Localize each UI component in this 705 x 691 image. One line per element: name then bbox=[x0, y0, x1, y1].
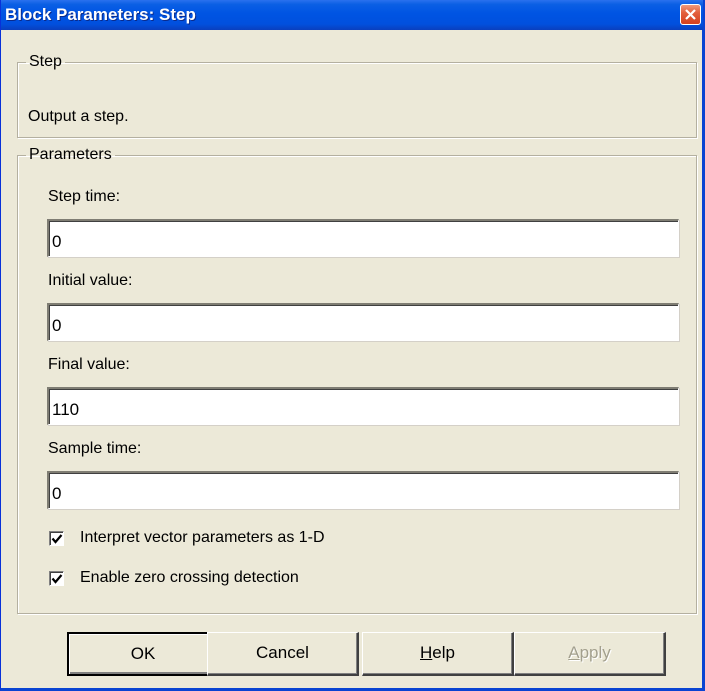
help-button-label: elp bbox=[432, 643, 455, 662]
sample-time-input[interactable] bbox=[47, 471, 679, 509]
title-bar[interactable]: Block Parameters: Step bbox=[1, 0, 703, 30]
cancel-button[interactable]: Cancel bbox=[207, 632, 359, 676]
step-time-label: Step time: bbox=[48, 188, 121, 205]
help-button[interactable]: Help bbox=[362, 632, 514, 676]
close-button[interactable] bbox=[680, 4, 701, 25]
checkmark-icon bbox=[51, 574, 63, 584]
close-icon bbox=[685, 9, 696, 20]
final-value-input[interactable] bbox=[47, 387, 679, 425]
step-time-input[interactable] bbox=[47, 219, 679, 257]
zero-crossing-label: Enable zero crossing detection bbox=[80, 569, 299, 586]
description-group: Step Output a step. bbox=[17, 54, 697, 138]
apply-button-label: pply bbox=[579, 643, 611, 662]
window-title: Block Parameters: Step bbox=[5, 5, 196, 24]
interpret-vector-checkbox[interactable] bbox=[49, 531, 64, 546]
help-mnemonic: H bbox=[420, 643, 433, 662]
sample-time-label: Sample time: bbox=[48, 440, 142, 457]
zero-crossing-checkbox[interactable] bbox=[49, 571, 64, 586]
initial-value-label: Initial value: bbox=[48, 272, 133, 289]
parameters-legend: Parameters bbox=[29, 146, 112, 163]
ok-button[interactable]: OK bbox=[67, 632, 219, 676]
interpret-vector-label: Interpret vector parameters as 1-D bbox=[80, 529, 325, 546]
final-value-label: Final value: bbox=[48, 356, 130, 373]
apply-button: Apply bbox=[514, 632, 666, 676]
description-legend: Step bbox=[29, 53, 62, 70]
initial-value-input[interactable] bbox=[47, 303, 679, 341]
block-parameters-dialog: Block Parameters: Step Step Output a ste… bbox=[0, 0, 705, 691]
block-description: Output a step. bbox=[28, 108, 129, 125]
apply-mnemonic: A bbox=[568, 643, 580, 662]
checkmark-icon bbox=[51, 534, 63, 544]
